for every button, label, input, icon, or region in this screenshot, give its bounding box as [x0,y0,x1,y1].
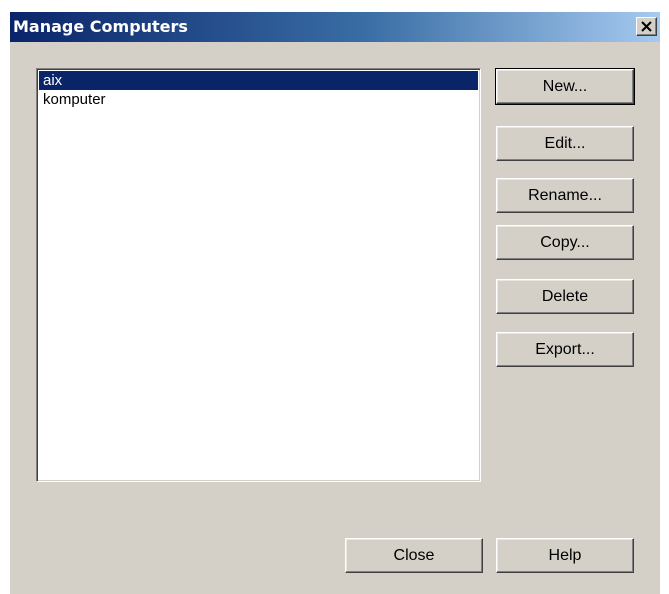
close-button-label: Close [393,547,435,564]
edit-button[interactable]: Edit... [496,126,634,161]
new-button[interactable]: New... [495,68,635,105]
close-button[interactable]: Close [345,538,483,573]
close-icon [641,21,652,32]
rename-button[interactable]: Rename... [496,178,634,213]
computers-listbox[interactable]: aix komputer [36,68,481,482]
delete-button[interactable]: Delete [496,279,634,314]
copy-button-label: Copy... [540,234,590,251]
help-button[interactable]: Help [496,538,634,573]
new-button-label: New... [542,78,588,95]
manage-computers-dialog: Manage Computers aix komputer New... Edi… [10,12,660,594]
rename-button-label: Rename... [528,187,602,204]
list-item[interactable]: aix [39,71,478,90]
close-window-button[interactable] [636,17,657,36]
edit-button-label: Edit... [544,135,586,152]
list-item[interactable]: komputer [39,90,478,109]
help-button-label: Help [548,547,582,564]
copy-button[interactable]: Copy... [496,225,634,260]
export-button[interactable]: Export... [496,332,634,367]
window-title: Manage Computers [13,17,188,36]
delete-button-label: Delete [541,288,589,305]
title-bar[interactable]: Manage Computers [10,12,660,42]
export-button-label: Export... [535,341,595,358]
